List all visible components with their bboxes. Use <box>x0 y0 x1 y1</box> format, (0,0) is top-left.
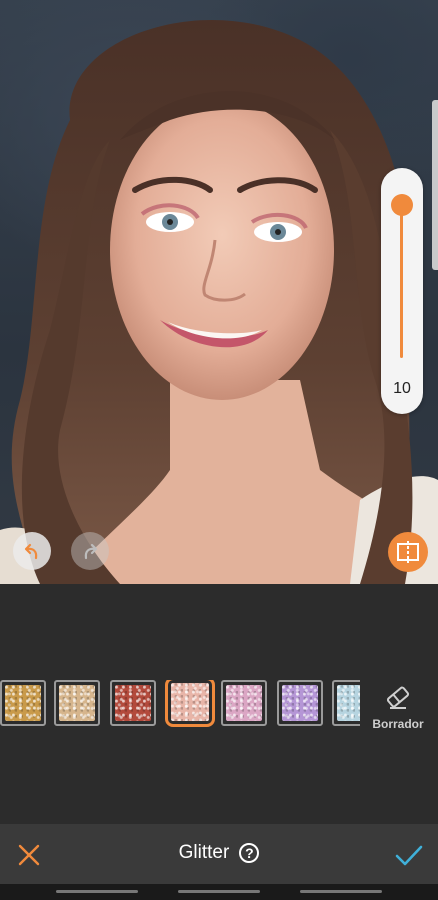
nav-pill-home[interactable] <box>178 890 260 893</box>
help-button[interactable]: ? <box>239 843 260 863</box>
nav-pill-recents[interactable] <box>300 890 382 893</box>
glitter-tool-panel: Borrador <box>0 584 438 824</box>
undo-button[interactable] <box>13 532 51 570</box>
checkmark-icon <box>395 845 423 866</box>
bottom-action-bar: Glitter ? <box>0 824 438 884</box>
compare-split-icon <box>397 541 419 563</box>
glitter-swatch-list[interactable] <box>0 680 360 730</box>
nav-pill-back[interactable] <box>56 890 138 893</box>
swatch-gold[interactable] <box>0 680 46 726</box>
eraser-button[interactable]: Borrador <box>368 684 428 731</box>
swatch-pink[interactable] <box>221 680 267 726</box>
swatch-fill <box>282 685 318 721</box>
compare-button[interactable] <box>388 532 428 572</box>
swatch-fill <box>171 683 209 721</box>
system-navigation-bar <box>0 884 438 900</box>
swatch-fill <box>115 685 151 721</box>
redo-button[interactable] <box>71 532 109 570</box>
swatch-fill <box>59 685 95 721</box>
photo-canvas[interactable]: 10 <box>0 0 438 584</box>
swatch-champagne[interactable] <box>54 680 100 726</box>
slider-track <box>400 198 403 358</box>
swatch-red[interactable] <box>110 680 156 726</box>
portrait-photo <box>0 20 438 584</box>
swatch-fill <box>337 685 360 721</box>
swatch-fill <box>226 685 262 721</box>
intensity-slider[interactable]: 10 <box>381 168 423 414</box>
undo-arrow-icon <box>24 543 38 560</box>
swatch-fill <box>5 685 41 721</box>
eraser-label: Borrador <box>372 717 424 731</box>
eraser-icon <box>386 686 410 709</box>
intensity-value: 10 <box>393 380 411 397</box>
tool-title: Glitter <box>178 842 230 863</box>
side-panel-handle[interactable] <box>432 100 438 270</box>
confirm-button[interactable] <box>394 842 424 868</box>
redo-arrow-icon <box>84 543 98 560</box>
swatch-peach-pink-selected[interactable] <box>165 680 215 727</box>
swatch-lilac[interactable] <box>277 680 323 726</box>
swatch-ice-blue[interactable] <box>332 680 360 726</box>
slider-thumb[interactable] <box>391 194 413 216</box>
tool-title-row: Glitter ? <box>0 842 438 864</box>
